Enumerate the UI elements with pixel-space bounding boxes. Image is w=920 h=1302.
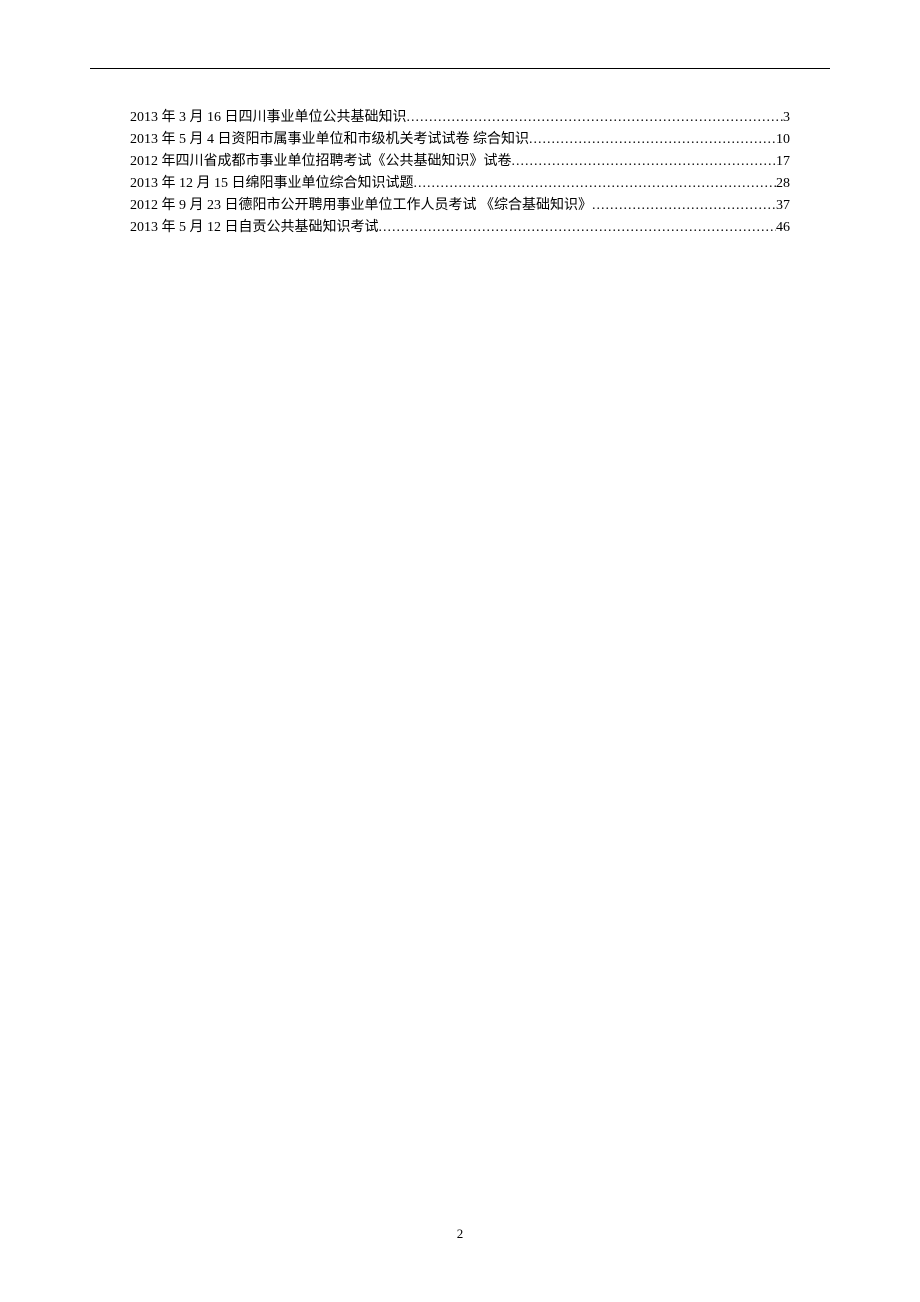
toc-leader <box>414 173 777 195</box>
toc-title: 2012 年 9 月 23 日德阳市公开聘用事业单位工作人员考试 《综合基础知识… <box>130 195 592 217</box>
toc-leader <box>407 107 784 129</box>
toc-entry[interactable]: 2013 年 5 月 4 日资阳市属事业单位和市级机关考试试卷 综合知识 10 <box>130 129 790 151</box>
toc-page-number: 10 <box>776 129 790 151</box>
toc-title: 2013 年 5 月 4 日资阳市属事业单位和市级机关考试试卷 综合知识 <box>130 129 529 151</box>
toc-leader <box>379 217 777 239</box>
toc-page-number: 28 <box>776 173 790 195</box>
toc-page-number: 17 <box>776 151 790 173</box>
toc-entry[interactable]: 2013 年 3 月 16 日四川事业单位公共基础知识 3 <box>130 107 790 129</box>
toc-title: 2013 年 12 月 15 日绵阳事业单位综合知识试题 <box>130 173 414 195</box>
toc-title: 2013 年 5 月 12 日自贡公共基础知识考试 <box>130 217 379 239</box>
toc-entry[interactable]: 2013 年 5 月 12 日自贡公共基础知识考试 46 <box>130 217 790 239</box>
toc-leader <box>529 129 776 151</box>
toc-title: 2013 年 3 月 16 日四川事业单位公共基础知识 <box>130 107 407 129</box>
toc-entry[interactable]: 2012 年四川省成都市事业单位招聘考试《公共基础知识》试卷 17 <box>130 151 790 173</box>
toc-page-number: 37 <box>776 195 790 217</box>
toc-entry[interactable]: 2012 年 9 月 23 日德阳市公开聘用事业单位工作人员考试 《综合基础知识… <box>130 195 790 217</box>
toc-leader <box>512 151 777 173</box>
toc-entry[interactable]: 2013 年 12 月 15 日绵阳事业单位综合知识试题 28 <box>130 173 790 195</box>
page-number: 2 <box>0 1226 920 1242</box>
toc-title: 2012 年四川省成都市事业单位招聘考试《公共基础知识》试卷 <box>130 151 512 173</box>
document-page: 2013 年 3 月 16 日四川事业单位公共基础知识 3 2013 年 5 月… <box>0 0 920 239</box>
toc-page-number: 46 <box>776 217 790 239</box>
header-divider <box>90 68 830 69</box>
toc-page-number: 3 <box>783 107 790 129</box>
table-of-contents: 2013 年 3 月 16 日四川事业单位公共基础知识 3 2013 年 5 月… <box>90 107 830 239</box>
toc-leader <box>592 195 776 217</box>
